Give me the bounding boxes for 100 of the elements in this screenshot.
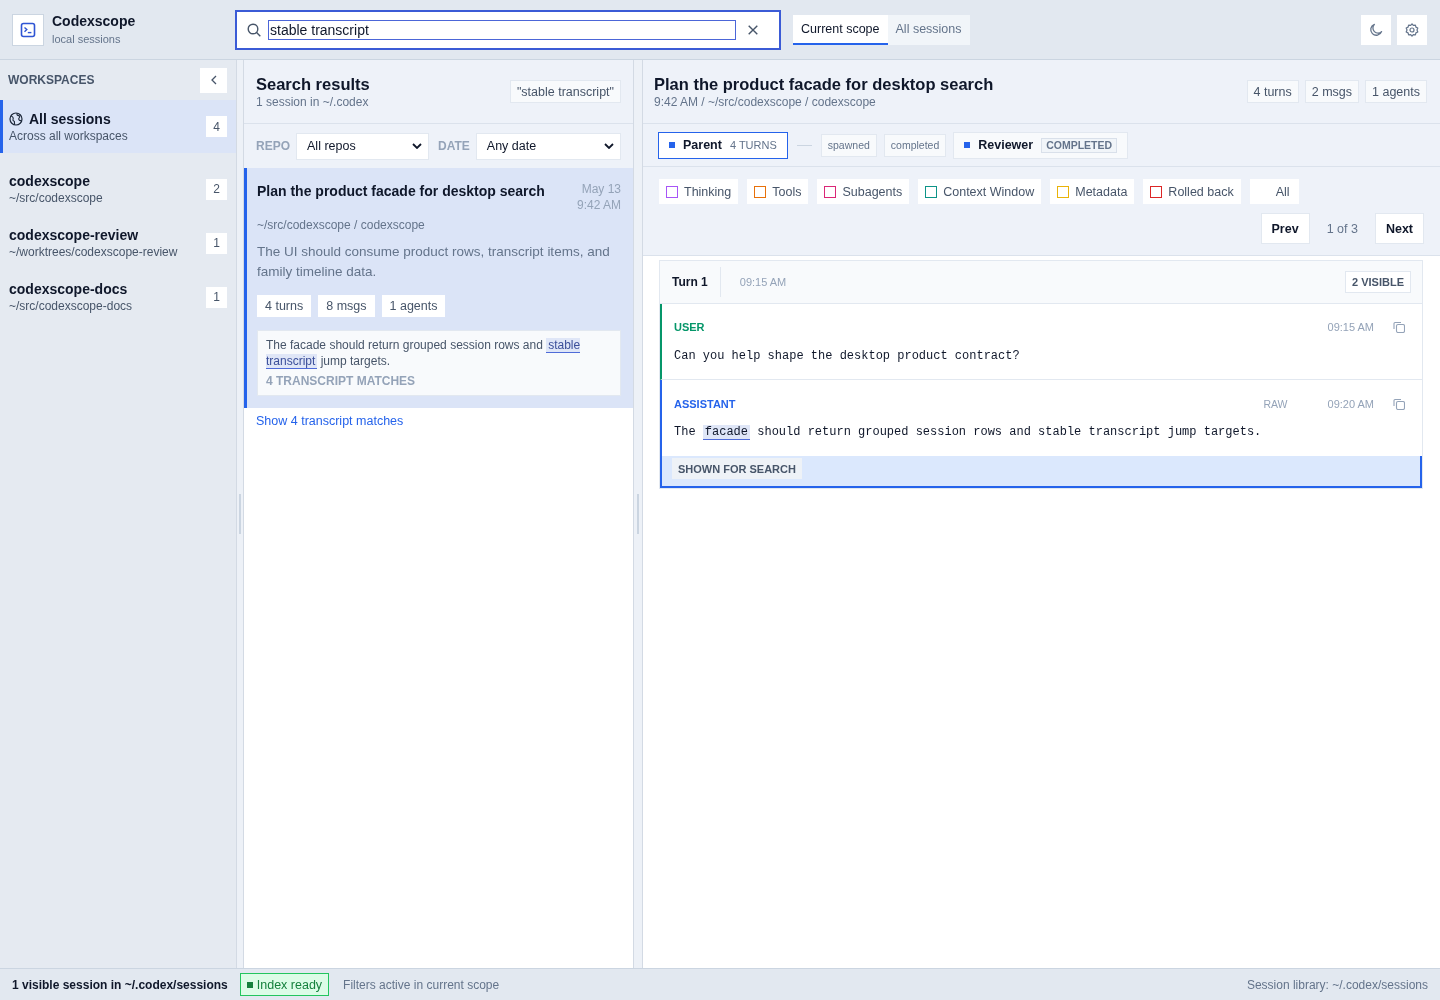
stat-chip: 1 agents: [1365, 80, 1427, 103]
copy-icon: [1393, 321, 1405, 333]
next-button[interactable]: Next: [1374, 213, 1424, 244]
workspace-path: Across all workspaces: [9, 127, 129, 144]
turn-time: 09:15 AM: [739, 276, 787, 288]
message-time: 09:15 AM: [1327, 321, 1374, 333]
filter-chip[interactable]: Subagents: [817, 179, 910, 204]
page-position: 1 of 3: [1326, 221, 1358, 236]
app-subtitle: local sessions: [52, 32, 122, 46]
checkbox[interactable]: [1150, 185, 1163, 198]
settings-icon: [1405, 22, 1419, 37]
result-title: Plan the product facade for desktop search: [257, 182, 545, 200]
close-icon: [748, 24, 759, 35]
resize-handle[interactable]: [637, 494, 639, 534]
workspace-item[interactable]: codexscope-review ~/worktrees/codexscope-review 1: [0, 216, 236, 270]
role-label: ASSISTANT: [674, 398, 736, 410]
results-title: Search results: [256, 73, 370, 94]
turn-title: Turn 1: [672, 275, 708, 289]
result-path: ~/src/codexscope / codexscope: [257, 217, 426, 233]
count-badge: 1: [206, 286, 227, 308]
workspace-path: ~/worktrees/codexscope-review: [9, 244, 179, 260]
stat-chip: 4 turns: [1246, 80, 1299, 103]
raw-label: RAW: [1263, 398, 1288, 410]
library-path-text: Session library: ~/.codex/sessions: [1246, 977, 1428, 992]
session-count-text: 1 visible session in ~/.codex/sessions: [12, 977, 228, 992]
filter-select[interactable]: Any date: [475, 132, 621, 160]
search-icon: [247, 22, 261, 37]
checkbox[interactable]: [754, 185, 767, 198]
filter-label: DATE: [438, 139, 470, 153]
scope-tab[interactable]: All sessions: [887, 14, 970, 45]
query-chip: "stable transcript": [509, 80, 621, 103]
scope-tab[interactable]: Current scope: [793, 14, 888, 45]
workspace-item[interactable]: All sessions Across all workspaces 4: [0, 100, 236, 153]
workspace-name: All sessions: [29, 109, 111, 128]
result-date: May 13: [581, 181, 621, 197]
timeline-node[interactable]: Reviewer COMPLETED: [953, 131, 1129, 159]
theme-toggle-button[interactable]: [1361, 14, 1391, 45]
checkbox[interactable]: [1057, 185, 1070, 198]
terminal-icon: [12, 13, 44, 46]
result-time: 9:42 AM: [576, 197, 621, 213]
sidebar-heading: WORKSPACES: [8, 73, 95, 87]
moon-icon: [1369, 22, 1383, 37]
collapse-sidebar-button[interactable]: [200, 67, 227, 93]
stat-chip: 4 turns: [257, 295, 312, 317]
copy-icon: [1393, 398, 1405, 410]
status-square-icon: [246, 981, 253, 988]
settings-button[interactable]: [1397, 14, 1427, 45]
timeline-node[interactable]: Parent 4 TURNS: [658, 131, 788, 159]
workspace-name: codexscope-review: [9, 226, 139, 244]
message-time: 09:20 AM: [1327, 398, 1374, 410]
square-marker-icon: [964, 142, 971, 148]
copy-button[interactable]: [1393, 321, 1405, 333]
filters-status-text: Filters active in current scope: [343, 977, 500, 992]
app-title: Codexscope: [52, 13, 136, 30]
count-badge: 1: [206, 232, 227, 254]
workspace-name: codexscope-docs: [9, 280, 128, 298]
checkbox[interactable]: [925, 185, 938, 198]
globe-icon: [9, 111, 23, 126]
stat-chip: 8 msgs: [318, 295, 375, 317]
result-card[interactable]: [244, 168, 633, 408]
filter-chip[interactable]: Context Window: [918, 179, 1042, 204]
message-text: Can you help shape the desktop product contract?: [674, 348, 1021, 364]
role-label: USER: [674, 321, 705, 333]
visible-count-badge: 2 VISIBLE: [1345, 271, 1411, 293]
node-meta: 4 TURNS: [729, 139, 777, 151]
filter-chip[interactable]: Rolled back: [1143, 179, 1241, 204]
count-badge: 2: [206, 178, 227, 200]
filter-all-button[interactable]: All: [1249, 179, 1299, 204]
show-matches-link[interactable]: Show 4 transcript matches: [256, 413, 404, 429]
workspace-item[interactable]: codexscope-docs ~/src/codexscope-docs 1: [0, 270, 236, 324]
event-tag: spawned: [820, 133, 877, 157]
filter-select[interactable]: All repos: [296, 132, 429, 160]
copy-button[interactable]: [1393, 398, 1405, 410]
filter-label: REPO: [256, 139, 290, 153]
snippet-text: The facade should return grouped session rows and stable transcript jump targets.: [266, 337, 582, 369]
session-subtitle: 9:42 AM / ~/src/codexscope / codexscope: [654, 93, 877, 110]
filter-chip[interactable]: Tools: [747, 179, 809, 204]
message-text: The facade should return grouped session rows and stable transcript jump targets.: [674, 424, 1263, 440]
stat-chip: 1 agents: [381, 295, 446, 317]
resize-handle[interactable]: [239, 494, 241, 534]
filter-chip[interactable]: Metadata: [1050, 179, 1135, 204]
search-input[interactable]: stable transcript: [268, 19, 737, 40]
stat-chip: 2 msgs: [1304, 80, 1360, 103]
results-subtitle: 1 session in ~/.codex: [256, 93, 370, 110]
checkbox[interactable]: [666, 185, 678, 198]
prev-button[interactable]: Prev: [1260, 213, 1310, 244]
filter-chip[interactable]: Thinking: [659, 179, 739, 204]
chevron-down-icon: [412, 143, 422, 149]
session-title: Plan the product facade for desktop search: [654, 73, 994, 94]
chevron-left-icon: [210, 75, 217, 85]
checkbox[interactable]: [824, 185, 837, 198]
match-label: SHOWN FOR SEARCH: [672, 458, 802, 479]
chevron-down-icon: [603, 143, 614, 149]
index-status-text: Index ready: [256, 977, 323, 992]
connector-line: [796, 144, 812, 146]
result-summary: The UI should consume product rows, transcript items, and family timeline data.: [257, 243, 611, 281]
status-badge: COMPLETED: [1041, 137, 1118, 153]
workspace-path: ~/src/codexscope-docs: [9, 298, 134, 314]
workspace-item[interactable]: codexscope ~/src/codexscope 2: [0, 162, 236, 216]
match-count: 4 TRANSCRIPT MATCHES: [266, 373, 417, 389]
